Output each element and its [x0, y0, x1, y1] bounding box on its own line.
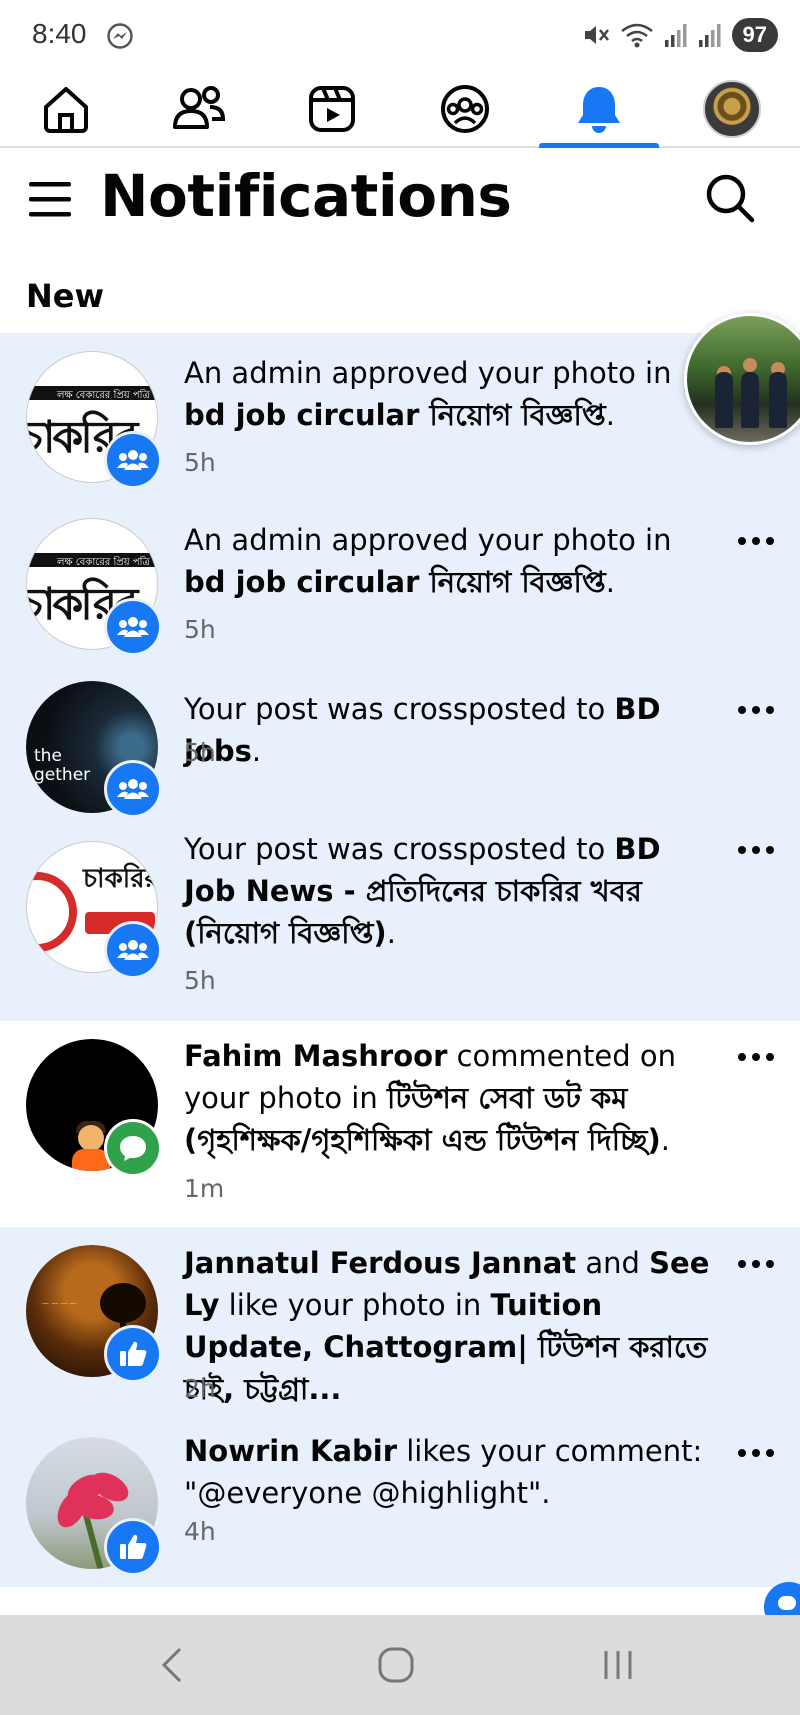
notification-item[interactable]: — — — — Jannatul Ferdous Jannat and See … — [0, 1227, 800, 1427]
bell-icon — [578, 87, 620, 133]
groups-badge-icon — [104, 598, 162, 656]
tab-video[interactable] — [272, 72, 392, 146]
comment-badge-icon — [104, 1119, 162, 1177]
notification-text: Fahim Mashroor commented on your photo i… — [184, 1039, 676, 1157]
top-nav — [0, 72, 800, 148]
more-options-button[interactable] — [738, 536, 774, 546]
status-icons: 97 — [582, 18, 778, 52]
mute-icon — [582, 21, 610, 49]
groups-badge-icon — [104, 921, 162, 979]
messenger-icon — [106, 22, 134, 50]
recents-button[interactable] — [596, 1643, 640, 1687]
groups-icon — [441, 85, 489, 133]
status-bar: 8:40 97 — [0, 0, 800, 70]
tab-friends[interactable] — [139, 72, 259, 146]
notification-time: 5h — [184, 615, 216, 644]
notification-time: 4h — [184, 1517, 216, 1546]
notification-time: 5h — [184, 448, 216, 477]
notification-item[interactable]: লক্ষ বেকারের প্রিয় পত্রিচাকরির খবর An a… — [0, 500, 800, 667]
more-options-button[interactable] — [738, 1259, 774, 1269]
menu-icon[interactable] — [28, 177, 72, 221]
notification-item[interactable]: লক্ষ বেকারের প্রিয় পত্রিচাকরির খবর An a… — [0, 333, 800, 500]
tab-groups[interactable] — [405, 72, 525, 146]
like-badge-icon — [104, 1325, 162, 1383]
notification-item[interactable]: Nowrin Kabir likes your comment: "@every… — [0, 1427, 800, 1587]
notification-time: 5h — [184, 738, 216, 767]
notification-time: 1m — [184, 1174, 225, 1203]
notification-text: An admin approved your photo in bd job c… — [184, 523, 672, 599]
profile-avatar — [703, 80, 761, 138]
header: Notifications — [0, 150, 800, 250]
status-time: 8:40 — [32, 18, 87, 49]
search-icon[interactable] — [704, 172, 756, 224]
like-badge-icon — [104, 1518, 162, 1576]
friends-icon — [173, 86, 226, 129]
signal-icon — [664, 22, 688, 48]
video-icon — [309, 86, 355, 132]
home-button[interactable] — [372, 1643, 420, 1687]
notification-item[interactable]: the gether Your post was crossposted to B… — [0, 667, 800, 821]
section-label-new: New — [26, 277, 105, 315]
notification-text: Your post was crossposted to BD jobs. — [184, 692, 661, 768]
notification-item[interactable]: চাকরির Your post was crossposted to BD J… — [0, 821, 800, 1021]
signal-icon-2 — [698, 22, 722, 48]
notification-time: 5h — [184, 966, 216, 995]
notification-list: লক্ষ বেকারের প্রিয় পত্রিচাকরির খবর An a… — [0, 333, 800, 1587]
more-options-button[interactable] — [738, 845, 774, 855]
notification-text: An admin approved your photo in bd job c… — [184, 356, 672, 432]
more-options-button[interactable] — [738, 1052, 774, 1062]
notification-text: Jannatul Ferdous Jannat and See Ly like … — [184, 1246, 710, 1406]
notification-time: 2h — [184, 1374, 216, 1403]
thumbnail-text: the gether — [34, 746, 91, 785]
notification-item[interactable]: Fahim Mashroor commented on your photo i… — [0, 1021, 800, 1227]
tab-notifications[interactable] — [539, 72, 659, 148]
wifi-icon — [620, 21, 654, 49]
tab-profile[interactable] — [672, 72, 792, 146]
page-title: Notifications — [100, 162, 512, 230]
system-nav-bar — [0, 1615, 800, 1715]
notification-text: Your post was crossposted to BD Job News… — [184, 832, 661, 950]
more-options-button[interactable] — [738, 1448, 774, 1458]
home-icon — [44, 87, 88, 133]
more-options-button[interactable] — [738, 705, 774, 715]
groups-badge-icon — [104, 431, 162, 489]
battery-indicator: 97 — [731, 18, 778, 52]
notification-text: Nowrin Kabir likes your comment: "@every… — [184, 1434, 703, 1510]
back-button[interactable] — [152, 1643, 192, 1687]
groups-badge-icon — [104, 760, 162, 818]
notifications-screen: 8:40 97 Notifications New লক্ষ বেকারের প… — [0, 0, 800, 1715]
tab-home[interactable] — [6, 72, 126, 146]
